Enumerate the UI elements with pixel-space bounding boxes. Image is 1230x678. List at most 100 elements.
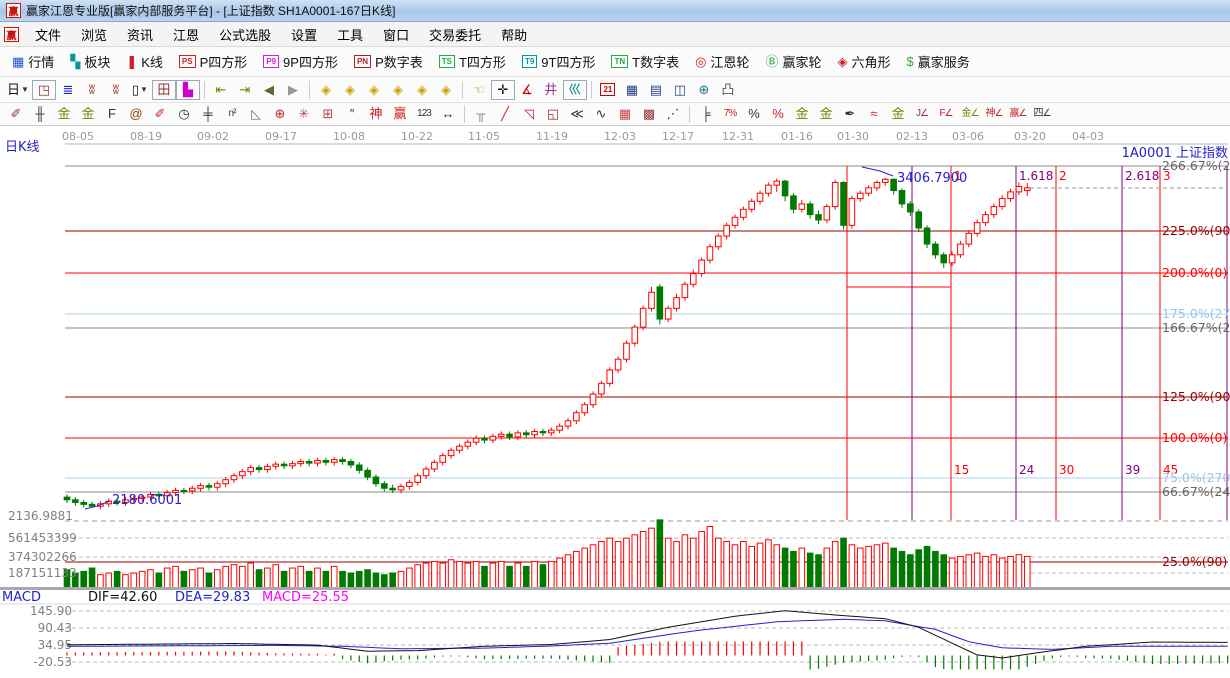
menu-item-3[interactable]: 江恩 (163, 26, 209, 45)
p9-square-button[interactable]: P99P四方形 (255, 49, 346, 74)
box-fan-icon[interactable]: ◱ (541, 105, 565, 123)
sectors-button[interactable]: ▚板块 (62, 49, 118, 74)
diamond-expand-icon[interactable]: ◈ (362, 80, 386, 100)
gold-circle-icon[interactable]: 金 (790, 105, 814, 123)
spiral-icon[interactable]: @ (124, 105, 148, 123)
hexagon-button[interactable]: ◈六角形 (829, 49, 898, 74)
ray-fan-icon[interactable]: ≪ (565, 105, 589, 123)
n-square-icon[interactable]: n² (220, 105, 244, 123)
kline-button[interactable]: ❚K线 (118, 49, 171, 74)
menu-item-0[interactable]: 文件 (25, 26, 71, 45)
menu-item-5[interactable]: 设置 (281, 26, 327, 45)
red-grid-icon[interactable]: ▦ (613, 105, 637, 123)
chart-area[interactable]: 08-0508-1909-0209-1710-0810-2211-0511-19… (0, 126, 1230, 678)
angle-ying-icon[interactable]: 赢∠ (1006, 105, 1030, 123)
fan-box-icon[interactable]: ◹ (517, 105, 541, 123)
kline-chart-svg[interactable]: 08-0508-1909-0209-1710-0810-2211-0511-19… (0, 126, 1230, 678)
bars-3-icon[interactable]: ʬ (80, 80, 104, 100)
h-span-icon[interactable]: ↔ (436, 105, 460, 123)
gold-wave-icon[interactable]: 金 (886, 105, 910, 123)
ying-grid-icon[interactable]: 赢 (388, 105, 412, 123)
gold-comb-icon[interactable]: 金 (52, 105, 76, 123)
info-board-icon[interactable]: ≣ (56, 80, 80, 100)
gann-wheel-button[interactable]: ◎江恩轮 (687, 49, 757, 74)
wave-channel-icon[interactable]: ≈ (862, 105, 886, 123)
period-day-dropdown[interactable]: 日▼ (4, 80, 32, 100)
diamond-right-icon[interactable]: ◈ (338, 80, 362, 100)
gold-comb2-icon[interactable]: 金 (76, 105, 100, 123)
protractor-icon[interactable]: ◺ (244, 105, 268, 123)
diamond-up-icon[interactable]: ◈ (410, 80, 434, 100)
printer-icon[interactable]: 凸 (716, 80, 740, 100)
number-grid-icon[interactable]: 123 (412, 105, 436, 123)
color-chart-icon[interactable]: ▙ (176, 80, 200, 100)
menu-item-1[interactable]: 浏览 (71, 26, 117, 45)
svg-text:2180.6001: 2180.6001 (112, 493, 182, 508)
diamond-shrink-icon[interactable]: ◈ (386, 80, 410, 100)
gann-grid-tool-icon-glyph: 井 (544, 83, 557, 97)
diamond-left-icon[interactable]: ◈ (314, 80, 338, 100)
candle-style-dropdown[interactable]: ▯▼ (128, 80, 152, 100)
menu-item-2[interactable]: 资讯 (117, 26, 163, 45)
red-grid2-icon[interactable]: ▩ (637, 105, 661, 123)
last-page-icon[interactable]: ⇥ (233, 80, 257, 100)
percent-retrace-icon[interactable]: 7% (718, 105, 742, 123)
calculator-icon[interactable]: ▦ (620, 80, 644, 100)
menu-item-9[interactable]: 帮助 (491, 26, 537, 45)
t-square-icon[interactable]: ╥ (469, 105, 493, 123)
first-page-icon[interactable]: ⇤ (209, 80, 233, 100)
zoom-region-icon[interactable]: ◳ (32, 80, 56, 100)
calendar-icon[interactable]: 21 (596, 80, 620, 100)
p-square-button[interactable]: PSP四方形 (171, 49, 255, 74)
price-scale-icon[interactable]: ╞ (694, 105, 718, 123)
menu-item-4[interactable]: 公式选股 (209, 26, 281, 45)
quotes-button[interactable]: ▦行情 (4, 49, 62, 74)
kline-measure-icon[interactable]: ″ (340, 105, 364, 123)
angle-gold-icon[interactable]: 金∠ (958, 105, 982, 123)
gold-line-icon[interactable]: 金 (814, 105, 838, 123)
save-icon[interactable]: ◫ (668, 80, 692, 100)
bars-9-icon[interactable]: ʬ (104, 80, 128, 100)
t-square-button[interactable]: TST四方形 (431, 49, 514, 74)
t9-square-button-label: 9T四方形 (541, 52, 595, 71)
angle-si-icon[interactable]: 四∠ (1030, 105, 1054, 123)
knife-tool-icon[interactable]: ✐ (4, 105, 28, 123)
tick-ruler-icon[interactable]: ╪ (196, 105, 220, 123)
gann-grid-tool-icon[interactable]: 井 (539, 80, 563, 100)
angle-j-icon[interactable]: J∠ (910, 105, 934, 123)
menu-item-8[interactable]: 交易委托 (419, 26, 491, 45)
wave-brain-icon[interactable]: 巛 (563, 80, 587, 100)
next-page-icon[interactable]: ▶ (281, 80, 305, 100)
diamond-full-icon[interactable]: ◈ (434, 80, 458, 100)
angle-measure-icon[interactable]: ∡ (515, 80, 539, 100)
angle-f-icon[interactable]: F∠ (934, 105, 958, 123)
circle-target-icon[interactable]: ⊕ (268, 105, 292, 123)
notepad-icon[interactable]: ▤ (644, 80, 668, 100)
prev-page-icon[interactable]: ◀ (257, 80, 281, 100)
grid-target-icon[interactable]: ⊞ (316, 105, 340, 123)
menu-item-7[interactable]: 窗口 (373, 26, 419, 45)
fibo-comb-icon[interactable]: F (100, 105, 124, 123)
angle-shen-icon[interactable]: 神∠ (982, 105, 1006, 123)
winner-service-button[interactable]: $赢家服务 (898, 49, 977, 74)
crosshair-icon[interactable]: ✛ (491, 80, 515, 100)
shen-grid-icon[interactable]: 神 (364, 105, 388, 123)
menu-item-6[interactable]: 工具 (327, 26, 373, 45)
clock-circle-icon[interactable]: ◷ (172, 105, 196, 123)
t-number-button[interactable]: TNT数字表 (603, 49, 687, 74)
ruler-comb-icon[interactable]: ╫ (28, 105, 52, 123)
hand-tool-icon[interactable]: ☜ (467, 80, 491, 100)
percent-icon[interactable]: % (742, 105, 766, 123)
parallel-lines-icon[interactable]: ⋰ (661, 105, 685, 123)
ink-brush-icon[interactable]: ✒ (838, 105, 862, 123)
percent-line-icon[interactable]: % (766, 105, 790, 123)
p-number-button[interactable]: PNP数字表 (346, 49, 431, 74)
compass-knife-icon[interactable]: ✐ (148, 105, 172, 123)
zigzag-icon[interactable]: ∿ (589, 105, 613, 123)
gann-pattern-icon[interactable]: 田 (152, 80, 176, 100)
winner-wheel-button[interactable]: Ⓑ赢家轮 (757, 49, 829, 74)
star-target-icon[interactable]: ✳ (292, 105, 316, 123)
browser-icon[interactable]: ⊕ (692, 80, 716, 100)
t9-square-button[interactable]: T99T四方形 (514, 49, 604, 74)
fan-lines-icon[interactable]: ╱ (493, 105, 517, 123)
